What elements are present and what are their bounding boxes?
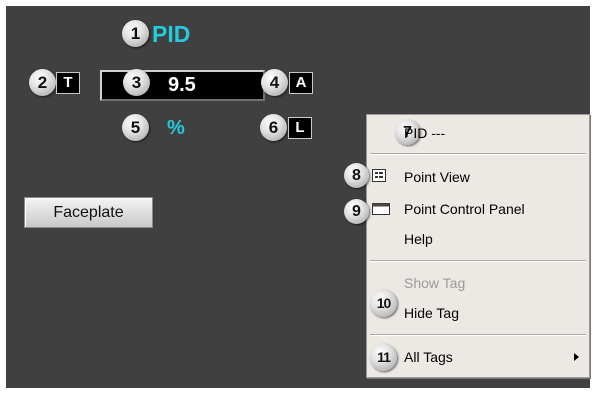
callout-11: 11 (370, 344, 397, 371)
callout-4: 4 (261, 69, 288, 96)
tag-button[interactable]: T (56, 72, 80, 94)
menu-separator (370, 334, 586, 336)
faceplate-button[interactable]: Faceplate (24, 197, 153, 228)
menu-separator (370, 260, 586, 262)
menu-separator (370, 153, 586, 155)
control-panel-icon (372, 203, 390, 215)
local-button[interactable]: L (288, 117, 312, 139)
callout-10: 10 (370, 290, 397, 317)
callout-6: 6 (260, 114, 287, 141)
menu-item-point-control-panel[interactable]: Point Control Panel (404, 201, 525, 217)
pid-title: PID (152, 21, 191, 47)
menu-item-all-tags[interactable]: All Tags (404, 349, 453, 365)
menu-header-pid: PID --- (404, 125, 446, 141)
process-value: 9.5 (168, 74, 196, 96)
callout-9: 9 (344, 199, 369, 224)
callout-3: 3 (123, 69, 150, 96)
mode-button[interactable]: A (289, 72, 313, 94)
context-menu: 7 PID --- 8 Point View 9 Point Control P… (344, 114, 590, 378)
units-label: % (167, 117, 185, 139)
submenu-arrow-icon (574, 353, 579, 361)
menu-item-hide-tag[interactable]: Hide Tag (404, 305, 459, 321)
menu-item-help[interactable]: Help (404, 231, 433, 247)
menu-item-show-tag: Show Tag (404, 275, 466, 291)
callout-2: 2 (29, 69, 56, 96)
callout-1: 1 (122, 20, 149, 47)
menu-item-point-view[interactable]: Point View (404, 169, 470, 185)
point-view-icon (372, 169, 386, 182)
callout-5: 5 (122, 114, 149, 141)
callout-8: 8 (344, 163, 369, 188)
